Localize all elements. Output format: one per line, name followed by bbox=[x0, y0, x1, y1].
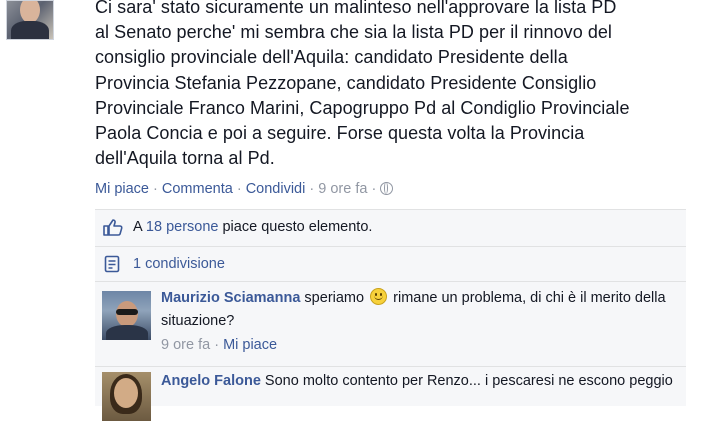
post-actions: Mi piace · Commenta · Condividi · 9 ore … bbox=[95, 181, 394, 197]
comment-author-link[interactable]: Maurizio Sciamanna bbox=[161, 290, 300, 306]
comment-like-link[interactable]: Mi piace bbox=[223, 337, 277, 353]
likes-people-link[interactable]: 18 persone bbox=[146, 219, 219, 235]
share-link[interactable]: Condividi bbox=[246, 181, 306, 197]
separator: · bbox=[309, 181, 319, 197]
post-time[interactable]: 9 ore fa bbox=[318, 181, 367, 197]
globe-icon[interactable] bbox=[380, 182, 394, 195]
comment-item: Maurizio Sciamanna speriamo rimane un pr… bbox=[95, 284, 686, 367]
comment-body: Maurizio Sciamanna speriamo rimane un pr… bbox=[161, 287, 676, 357]
comment-time[interactable]: 9 ore fa bbox=[161, 337, 210, 353]
separator: · bbox=[153, 181, 162, 197]
likes-prefix: A bbox=[133, 219, 146, 235]
feedback-panel: A 18 persone piace questo elemento. 1 co… bbox=[95, 209, 686, 421]
likes-suffix: piace questo elemento. bbox=[218, 219, 373, 235]
shares-link[interactable]: 1 condivisione bbox=[133, 256, 225, 272]
likes-summary: A 18 persone piace questo elemento. bbox=[133, 219, 372, 235]
separator: · bbox=[236, 181, 246, 197]
thumbs-up-icon bbox=[103, 219, 123, 236]
separator: · bbox=[210, 337, 224, 353]
likes-row: A 18 persone piace questo elemento. bbox=[95, 210, 686, 247]
shares-row: 1 condivisione bbox=[95, 247, 686, 282]
comment-item: Angelo Falone Sono molto contento per Re… bbox=[95, 367, 686, 421]
post-text: Ci sara' stato sicuramente un malinteso … bbox=[95, 0, 630, 169]
comment-avatar[interactable] bbox=[102, 291, 151, 340]
comment-text-part: speriamo bbox=[300, 290, 369, 306]
comment-avatar[interactable] bbox=[102, 372, 151, 421]
comment-meta: 9 ore fa · Mi piace bbox=[161, 334, 676, 357]
share-icon bbox=[104, 255, 120, 273]
comment-author-link[interactable]: Angelo Falone bbox=[161, 373, 261, 389]
separator: · bbox=[371, 181, 381, 197]
like-link[interactable]: Mi piace bbox=[95, 181, 149, 197]
poster-avatar[interactable] bbox=[6, 0, 54, 40]
comment-body: Angelo Falone Sono molto contento per Re… bbox=[161, 370, 676, 393]
comment-text: Sono molto contento per Renzo... i pesca… bbox=[260, 373, 673, 389]
comment-link[interactable]: Commenta bbox=[162, 181, 233, 197]
smiley-icon bbox=[370, 288, 388, 305]
